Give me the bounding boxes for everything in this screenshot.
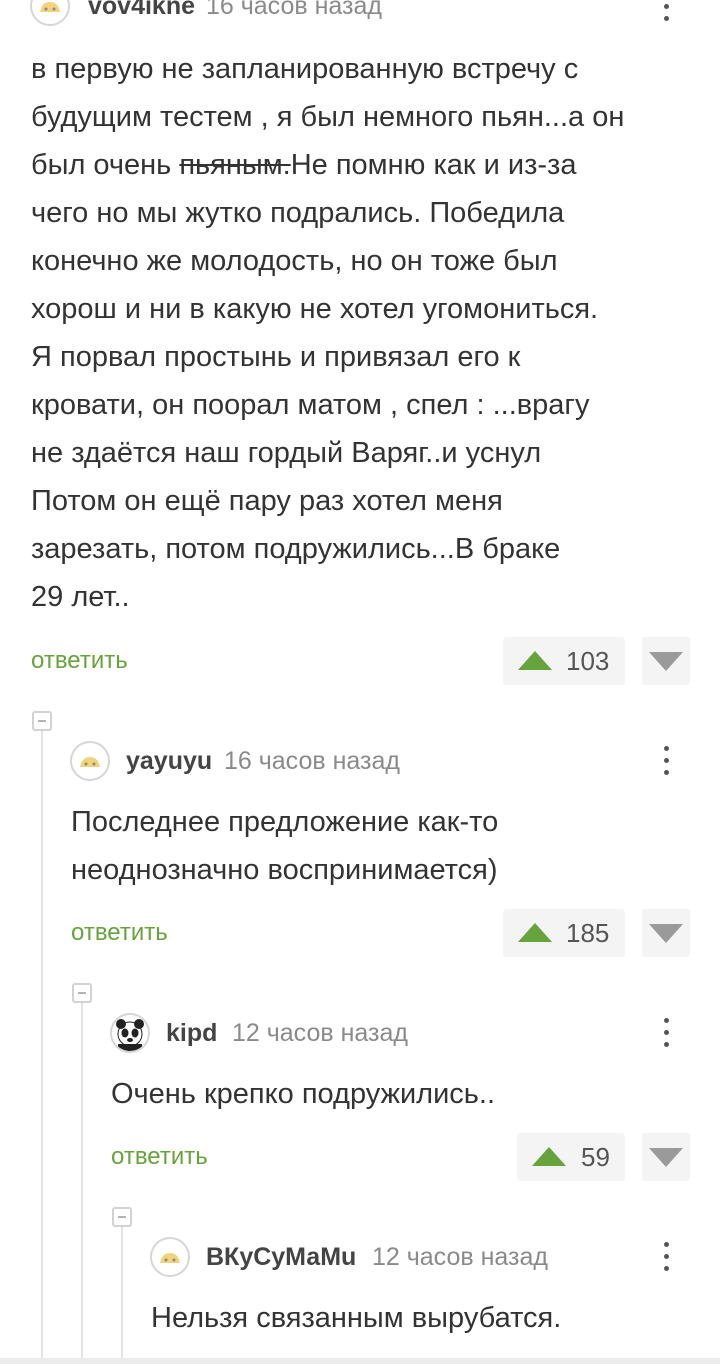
kebab-menu-icon[interactable] <box>656 1016 676 1052</box>
rating-count: 103 <box>566 646 610 676</box>
triangle-up-icon <box>518 651 552 670</box>
kebab-menu-icon[interactable] <box>656 0 676 26</box>
comment-username[interactable]: kipd <box>166 1019 217 1048</box>
triangle-down-icon <box>649 1148 683 1167</box>
comment-time: 12 часов назад <box>232 1019 408 1047</box>
comment-line: будущим тестем , я был немного пьян...а … <box>31 101 625 133</box>
reply-button[interactable]: ответить <box>31 647 128 675</box>
reply-button[interactable]: ответить <box>111 1143 208 1171</box>
thread-line-level-3 <box>121 1226 123 1364</box>
thread-line-level-1 <box>41 730 43 1364</box>
minus-square-icon[interactable] <box>32 711 52 731</box>
comment-line: чего но мы жутко подрались. Победила <box>31 197 565 229</box>
avatar[interactable] <box>150 1237 190 1277</box>
minus-square-icon[interactable] <box>112 1207 132 1227</box>
comment-username[interactable]: vov4ikne <box>88 0 195 21</box>
comment-time: 16 часов назад <box>224 747 400 775</box>
comment-line: Очень крепко подружились.. <box>111 1078 496 1110</box>
strikethrough-text: пьяным. <box>179 149 291 181</box>
comment-username[interactable]: ВКуСуМаМu <box>206 1243 356 1272</box>
thread-line-level-2 <box>81 1002 83 1364</box>
line-text: Не помню как и из-за <box>290 149 577 181</box>
comment-line: Последнее предложение как-то <box>71 806 499 838</box>
comment-line: кровати, он поорал матом , спел : ...вра… <box>31 389 590 421</box>
triangle-up-icon <box>532 1147 566 1166</box>
avatar-placeholder-icon <box>160 1253 180 1263</box>
upvote-button[interactable]: 185 <box>503 909 625 957</box>
kebab-menu-icon[interactable] <box>656 744 676 780</box>
comment-time: 16 часов назад <box>206 0 382 20</box>
downvote-button[interactable] <box>642 909 690 957</box>
rating-count: 185 <box>566 918 610 948</box>
avatar[interactable] <box>70 741 110 781</box>
comment-body: Последнее предложение как-то неоднозначн… <box>71 798 498 894</box>
comment-line: 29 лет.. <box>31 581 130 613</box>
upvote-button[interactable]: 59 <box>517 1133 625 1181</box>
rating-count: 59 <box>581 1142 610 1172</box>
comment-time: 12 часов назад <box>372 1243 548 1271</box>
comment-line: неоднозначно воспринимается) <box>71 854 498 886</box>
triangle-down-icon <box>649 652 683 671</box>
comment-line: был очень пьяным.Не помню как и из-за <box>31 141 624 189</box>
avatar[interactable] <box>110 1013 150 1053</box>
comment-line: Я порвал простынь и привязал его к <box>31 341 521 373</box>
comment-line: зарезать, потом подружились...В браке <box>31 533 561 565</box>
bottom-divider <box>0 1358 720 1364</box>
comment-username[interactable]: yayuyu <box>126 747 212 776</box>
comment-line: Нельзя связанным вырубатся. <box>151 1302 562 1334</box>
avatar-placeholder-icon <box>80 757 100 767</box>
comment-body: в первую не запланированную встречу с бу… <box>31 45 624 621</box>
downvote-button[interactable] <box>642 637 690 685</box>
kebab-menu-icon[interactable] <box>656 1240 676 1276</box>
triangle-down-icon <box>649 924 683 943</box>
downvote-button[interactable] <box>642 1133 690 1181</box>
minus-square-icon[interactable] <box>72 983 92 1003</box>
reply-button[interactable]: ответить <box>71 919 168 947</box>
comment-body: Нельзя связанным вырубатся. <box>151 1294 561 1342</box>
comment-line: хорош и ни в какую не хотел угомониться. <box>31 293 599 325</box>
line-text: был очень <box>31 149 180 181</box>
comment-line: в первую не запланированную встречу с <box>31 53 579 85</box>
comment-body: Очень крепко подружились.. <box>111 1070 495 1118</box>
comment-line: Потом он ещё пару раз хотел меня <box>31 485 503 517</box>
avatar[interactable] <box>30 0 70 26</box>
comment-line: конечно же молодость, но он тоже был <box>31 245 558 277</box>
avatar-placeholder-icon <box>40 2 60 12</box>
comment-line: не здаётся наш гордый Варяг..и уснул <box>31 437 542 469</box>
upvote-button[interactable]: 103 <box>503 637 625 685</box>
triangle-up-icon <box>518 923 552 942</box>
panda-avatar-icon <box>116 1019 144 1051</box>
